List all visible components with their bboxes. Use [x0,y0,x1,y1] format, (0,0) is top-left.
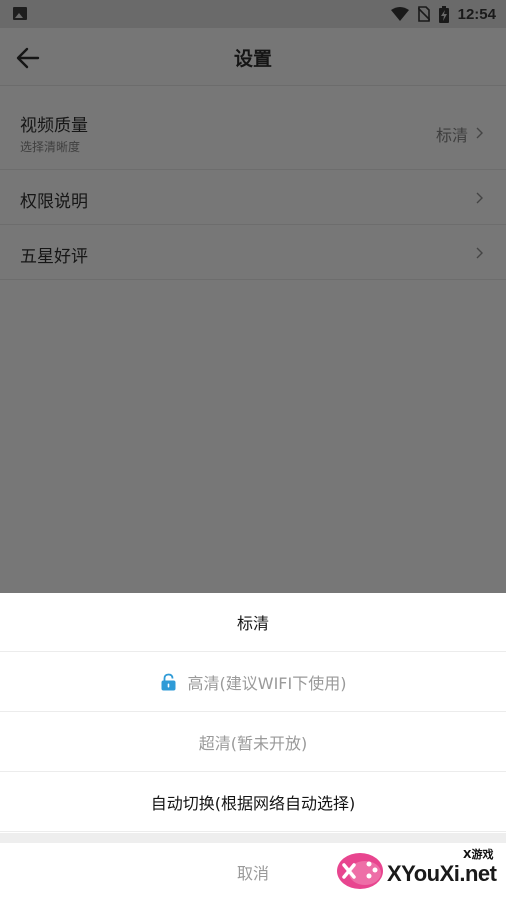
watermark-small-text: X游戏 [463,848,494,861]
settings-list: 视频质量 选择清晰度 标清 权限说明 五星好评 [0,96,506,280]
settings-item-video-quality[interactable]: 视频质量 选择清晰度 标清 [0,96,506,170]
status-icons: 12:54 [390,3,496,25]
option-label: 自动切换(根据网络自动选择) [150,794,356,813]
gamepad-logo-icon [337,853,383,889]
wifi-icon [390,7,409,21]
settings-item-rate-five-stars[interactable]: 五星好评 [0,225,506,280]
chevron-right-icon [476,247,483,259]
watermark-main-text: XYouXi.net [387,861,497,886]
option-ultra-hd[interactable]: 超清(暂未开放) [0,713,506,772]
status-bar: 12:54 [0,0,506,28]
cancel-label: 取消 [236,863,269,883]
settings-item-subtitle: 选择清晰度 [20,140,81,154]
no-sim-icon [417,6,430,22]
battery-charging-icon [438,5,449,23]
page-title: 设置 [233,48,272,70]
option-standard[interactable]: 标清 [0,593,506,652]
chevron-right-icon [476,127,483,139]
chevron-right-icon [476,192,483,204]
site-watermark: X游戏 XYouXi.net [335,845,501,897]
settings-item-permissions[interactable]: 权限说明 [0,170,506,225]
option-label: 标清 [236,614,269,633]
settings-item-title: 五星好评 [20,247,88,267]
option-hd[interactable]: 高清(建议WIFI下使用) [0,653,506,712]
settings-item-title: 权限说明 [20,192,88,212]
option-auto-switch[interactable]: 自动切换(根据网络自动选择) [0,773,506,832]
settings-item-value: 标清 [435,126,468,145]
settings-item-title: 视频质量 [20,116,88,136]
app-header: 设置 [0,28,506,86]
image-icon [13,7,27,20]
sheet-divider [0,833,506,843]
option-label: 高清(建议WIFI下使用) [187,674,347,693]
status-time: 12:54 [457,5,496,23]
lock-icon [161,673,176,691]
option-label: 超清(暂未开放) [198,734,308,753]
